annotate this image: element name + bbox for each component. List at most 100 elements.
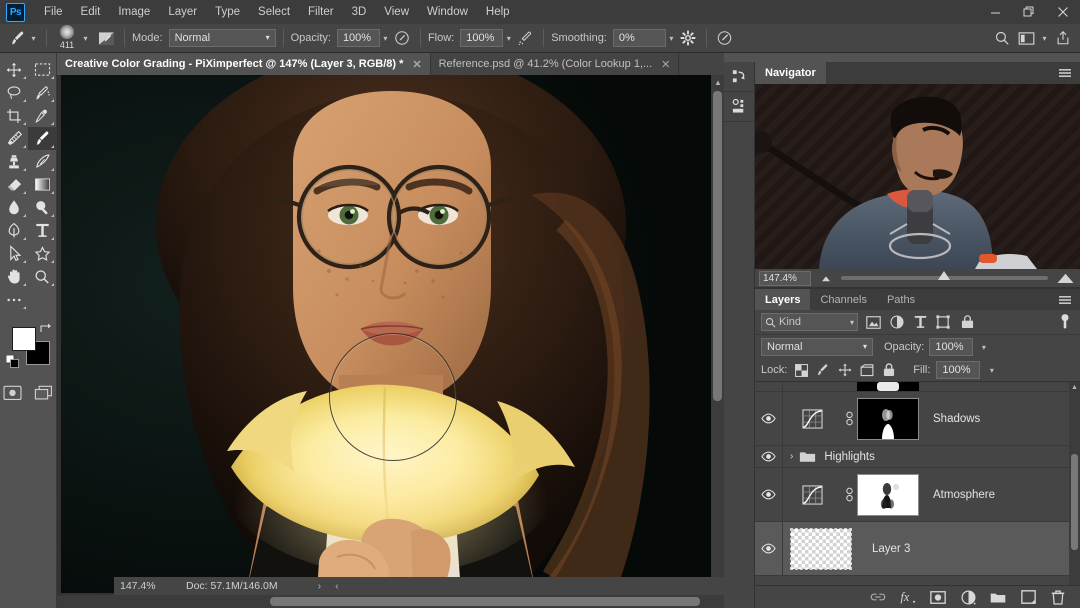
opacity-input[interactable]: 100% [336, 29, 380, 47]
history-brush-tool[interactable] [28, 150, 56, 173]
tab-layers[interactable]: Layers [755, 289, 811, 310]
layer-mask-link-icon[interactable] [841, 411, 857, 426]
menu-window[interactable]: Window [418, 2, 477, 22]
eyedropper-tool[interactable] [28, 104, 56, 127]
object-selection-tool[interactable] [28, 81, 56, 104]
close-icon[interactable]: ✕ [412, 58, 421, 71]
layer-thumbnail[interactable] [790, 527, 852, 570]
layer-blend-mode-select[interactable]: Normal ▾ [761, 338, 873, 356]
menu-select[interactable]: Select [249, 2, 299, 22]
tab-navigator[interactable]: Navigator [755, 62, 826, 84]
navigator-zoom-slider-thumb[interactable] [938, 271, 951, 280]
new-layer-icon[interactable] [1020, 589, 1036, 605]
swap-colors-icon[interactable] [39, 323, 51, 335]
menu-view[interactable]: View [375, 2, 418, 22]
menu-3d[interactable]: 3D [343, 2, 376, 22]
lock-all-icon[interactable] [881, 363, 897, 377]
layer-name[interactable]: Highlights [824, 451, 875, 463]
layer-row-shadows[interactable]: Shadows [755, 392, 1080, 446]
filter-toggle-icon[interactable] [1056, 313, 1074, 331]
menu-layer[interactable]: Layer [159, 2, 206, 22]
brush-preset-chevron-icon[interactable]: ▾ [28, 29, 39, 47]
minimize-button[interactable] [978, 0, 1012, 24]
flow-chevron-icon[interactable]: ▾ [503, 29, 514, 47]
document-tab-reference[interactable]: Reference.psd @ 41.2% (Color Lookup 1,..… [431, 53, 680, 75]
path-selection-tool[interactable] [0, 242, 28, 265]
menu-filter[interactable]: Filter [299, 2, 343, 22]
document-canvas[interactable] [61, 75, 711, 593]
type-tool[interactable] [28, 219, 56, 242]
lock-transparent-pixels-icon[interactable] [793, 363, 809, 377]
status-prev-arrow-icon[interactable]: ‹ [335, 580, 339, 592]
document-tab-creative-color-grading[interactable]: Creative Color Grading - PiXimperfect @ … [57, 53, 431, 75]
layer-row-layer-3[interactable]: Layer 3 [755, 522, 1080, 576]
layer-row-partial[interactable] [755, 382, 1080, 392]
clone-stamp-tool[interactable] [0, 150, 28, 173]
airbrush-icon[interactable] [514, 27, 536, 49]
layers-panel-menu-icon[interactable] [1050, 289, 1080, 310]
pressure-opacity-icon[interactable] [391, 27, 413, 49]
filter-type-icon[interactable] [912, 315, 928, 329]
layer-fill-chevron-icon[interactable]: ▾ [986, 361, 997, 379]
layer-visibility-toggle[interactable] [755, 468, 783, 521]
restore-button[interactable] [1012, 0, 1046, 24]
gradient-tool[interactable] [28, 173, 56, 196]
blend-mode-select[interactable]: Normal ▾ [168, 29, 276, 47]
share-icon[interactable] [1052, 27, 1074, 49]
edit-toolbar-button[interactable] [0, 288, 28, 311]
vertical-scroll-thumb[interactable] [713, 91, 722, 401]
close-button[interactable] [1046, 0, 1080, 24]
new-adjustment-layer-icon[interactable] [960, 589, 976, 605]
screen-mode-icon[interactable] [34, 385, 53, 401]
menu-image[interactable]: Image [109, 2, 159, 22]
navigator-zoom-input[interactable]: 147.4% [759, 270, 811, 286]
filter-smart-object-icon[interactable] [958, 315, 976, 329]
navigator-thumbnail[interactable] [755, 84, 1080, 269]
navigator-zoom-slider[interactable] [841, 271, 1048, 280]
tab-paths[interactable]: Paths [877, 289, 925, 310]
delete-layer-icon[interactable] [1050, 589, 1066, 605]
gear-icon[interactable] [677, 27, 699, 49]
search-icon[interactable] [991, 27, 1013, 49]
workspace-chevron-icon[interactable]: ▾ [1039, 29, 1050, 47]
brush-settings-chevron-icon[interactable]: ▾ [80, 29, 91, 47]
lock-artboard-icon[interactable] [859, 363, 875, 377]
tab-channels[interactable]: Channels [810, 289, 876, 310]
menu-type[interactable]: Type [206, 2, 249, 22]
lasso-tool[interactable] [0, 81, 28, 104]
filter-adjustment-icon[interactable] [888, 315, 906, 329]
layer-opacity-chevron-icon[interactable]: ▾ [978, 338, 989, 356]
rectangular-marquee-tool[interactable] [28, 58, 56, 81]
group-expand-chevron-icon[interactable]: › [790, 451, 793, 462]
layer-name[interactable]: Shadows [933, 413, 980, 425]
properties-panel-button[interactable] [724, 92, 755, 122]
zoom-in-icon[interactable] [1054, 273, 1076, 284]
menu-edit[interactable]: Edit [72, 2, 110, 22]
brush-icon[interactable] [6, 27, 28, 49]
menu-help[interactable]: Help [477, 2, 519, 22]
history-panel-button[interactable] [724, 62, 755, 92]
brush-panel-toggle-icon[interactable] [95, 27, 117, 49]
layers-list[interactable]: Shadows › Highlights Atmosphere Layer 3 … [755, 382, 1080, 604]
add-layer-mask-icon[interactable] [930, 589, 946, 605]
canvas-vertical-scrollbar[interactable]: ▲ ▼ [711, 75, 724, 593]
lock-image-pixels-icon[interactable] [815, 363, 831, 377]
layer-adjustment-thumbnail[interactable] [783, 484, 841, 505]
layer-visibility-toggle[interactable] [755, 522, 783, 575]
hand-tool[interactable] [0, 265, 28, 288]
layers-scrollbar[interactable]: ▲ ▼ [1069, 382, 1080, 604]
filter-pixel-icon[interactable] [864, 315, 882, 329]
brush-tool[interactable] [28, 127, 56, 150]
layer-visibility-toggle[interactable] [755, 382, 783, 391]
custom-shape-tool[interactable] [28, 242, 56, 265]
smoothing-input[interactable]: 0% [612, 29, 666, 47]
layer-visibility-toggle[interactable] [755, 392, 783, 445]
layer-row-atmosphere[interactable]: Atmosphere [755, 468, 1080, 522]
lock-position-icon[interactable] [837, 363, 853, 377]
new-group-icon[interactable] [990, 589, 1006, 605]
move-tool[interactable] [0, 58, 28, 81]
close-icon[interactable]: ✕ [661, 58, 670, 71]
layers-scroll-thumb[interactable] [1071, 454, 1078, 550]
zoom-tool[interactable] [28, 265, 56, 288]
canvas-horizontal-scrollbar[interactable] [57, 595, 724, 608]
